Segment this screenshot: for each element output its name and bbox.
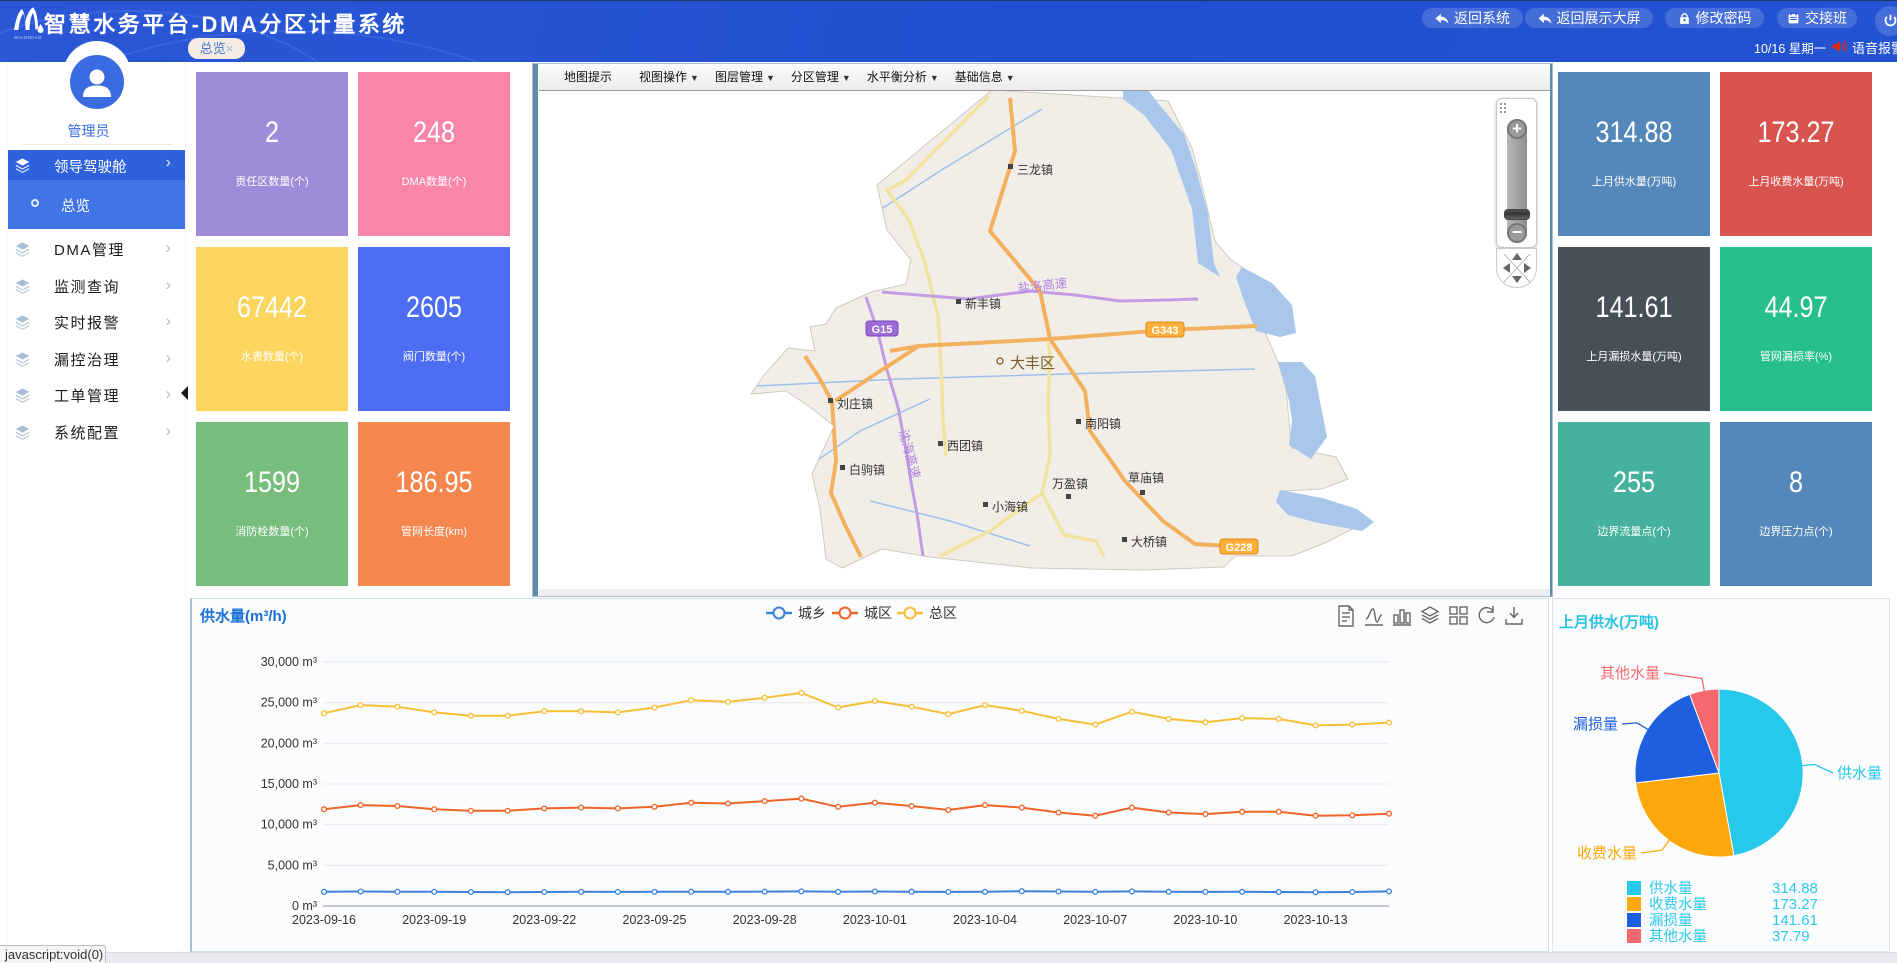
svg-text:供水量: 供水量 [1837,765,1882,782]
svg-text:2023-09-22: 2023-09-22 [512,913,576,927]
svg-text:5,000 m³: 5,000 m³ [268,858,317,872]
svg-text:供水量: 供水量 [1649,880,1693,897]
svg-text:新丰镇: 新丰镇 [965,296,1001,311]
svg-text:37.79: 37.79 [1772,928,1810,944]
svg-text:草庙镇: 草庙镇 [1128,471,1164,485]
svg-text:173.27: 173.27 [1772,896,1818,913]
svg-text:2023-09-16: 2023-09-16 [292,913,356,927]
svg-text:其他水量: 其他水量 [1649,928,1707,944]
svg-text:15,000 m³: 15,000 m³ [261,777,317,791]
svg-text:G228: G228 [1226,542,1253,554]
svg-text:总区: 总区 [929,605,957,621]
svg-text:2023-10-07: 2023-10-07 [1063,913,1127,927]
svg-text:2023-09-19: 2023-09-19 [402,913,466,927]
svg-text:2023-09-28: 2023-09-28 [733,913,797,927]
svg-text:大丰区: 大丰区 [1010,355,1055,372]
svg-text:漏损量: 漏损量 [1649,912,1693,929]
svg-text:141.61: 141.61 [1772,912,1818,929]
svg-text:城乡: 城乡 [798,605,826,621]
svg-text:2023-10-10: 2023-10-10 [1173,913,1237,927]
svg-text:G343: G343 [1152,325,1179,337]
svg-text:20,000 m³: 20,000 m³ [261,736,317,750]
svg-text:G15: G15 [872,324,893,336]
svg-text:大桥镇: 大桥镇 [1131,535,1167,549]
svg-text:三龙镇: 三龙镇 [1017,163,1053,177]
svg-text:2023-09-25: 2023-09-25 [623,913,687,927]
svg-text:2023-10-13: 2023-10-13 [1284,913,1348,927]
svg-text:其他水量: 其他水量 [1600,665,1660,682]
svg-text:30,000 m³: 30,000 m³ [261,655,317,669]
svg-text:10,000 m³: 10,000 m³ [261,818,317,832]
svg-text:南阳镇: 南阳镇 [1085,416,1121,431]
svg-text:2023-10-01: 2023-10-01 [843,913,907,927]
svg-text:城区: 城区 [864,605,892,621]
svg-text:漏损量: 漏损量 [1573,716,1618,733]
svg-text:小海镇: 小海镇 [992,499,1028,514]
svg-text:0 m³: 0 m³ [292,899,317,913]
svg-text:收费水量: 收费水量 [1649,896,1707,913]
svg-text:314.88: 314.88 [1772,880,1818,897]
svg-text:25,000 m³: 25,000 m³ [261,696,317,710]
svg-text:收费水量: 收费水量 [1577,845,1637,862]
svg-text:2023-10-04: 2023-10-04 [953,913,1017,927]
svg-text:刘庄镇: 刘庄镇 [837,396,873,411]
svg-text:西团镇: 西团镇 [947,439,983,453]
svg-text:MIAOMIAO: MIAOMIAO [14,35,42,40]
svg-text:万盈镇: 万盈镇 [1052,477,1088,491]
svg-text:白驹镇: 白驹镇 [849,462,885,477]
